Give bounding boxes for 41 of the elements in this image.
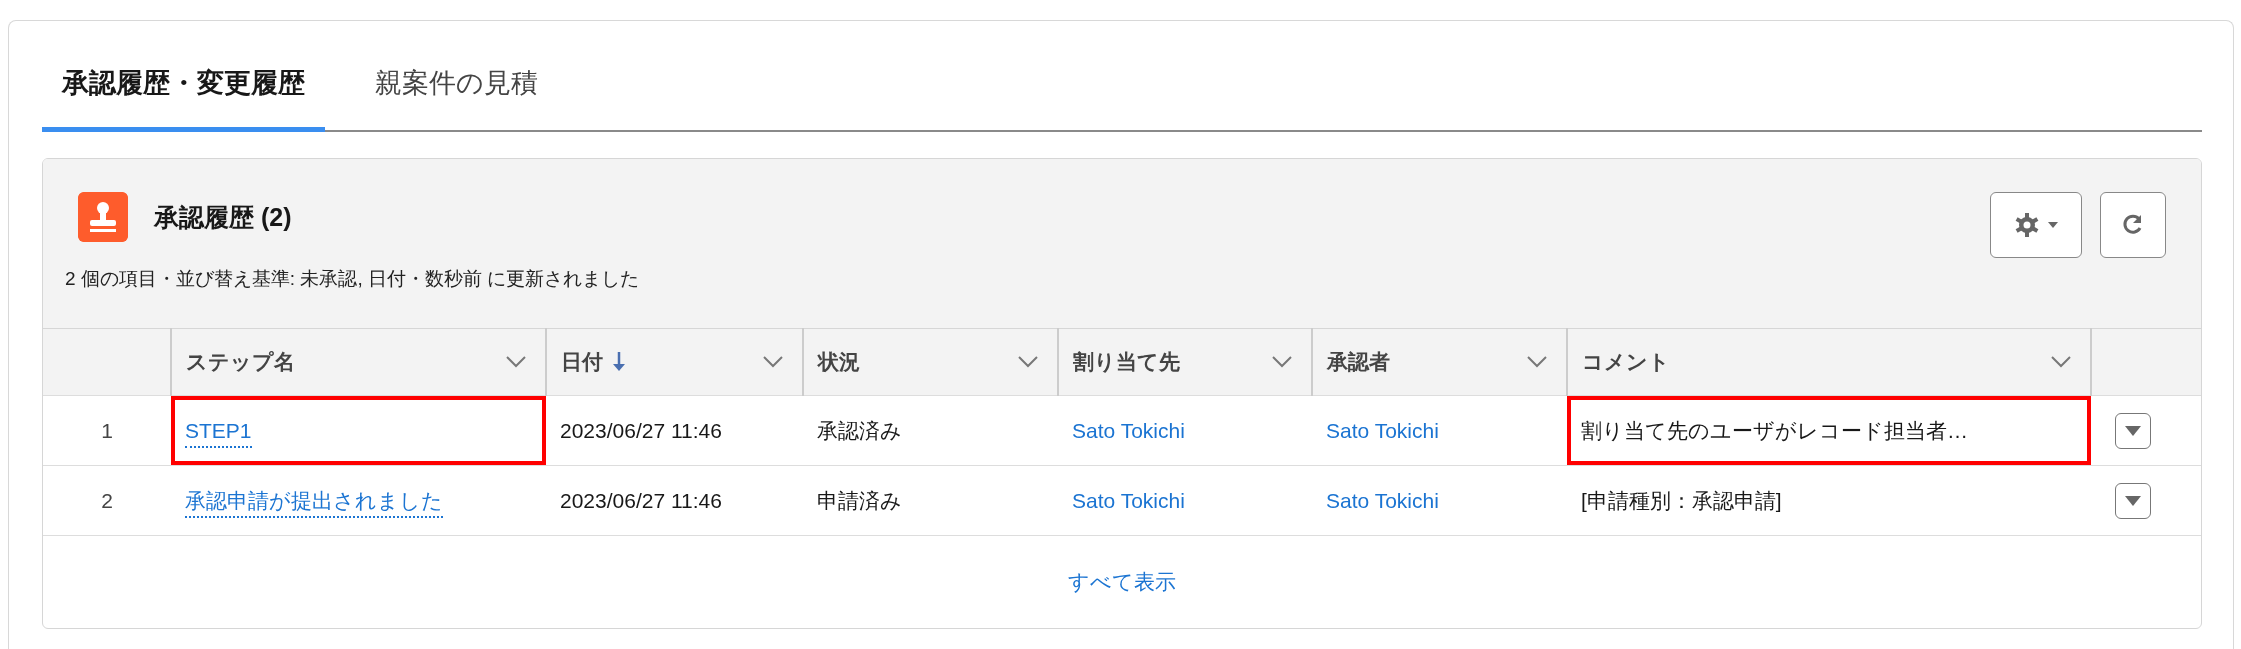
card-title: 承認履歴 (2)	[154, 201, 292, 233]
row-actions-button[interactable]	[2115, 412, 2151, 449]
caret-icon	[2048, 222, 2058, 228]
chevron-down-icon[interactable]	[2050, 355, 2072, 369]
list-info-text: 2 個の項目・並び替え基準: 未承認, 日付・数秒前 に更新されました	[65, 267, 640, 291]
column-header[interactable]: 状況	[818, 348, 860, 376]
table-cell: 2023/06/27 11:46	[560, 488, 722, 512]
chevron-down-icon[interactable]	[1526, 355, 1548, 369]
chevron-down-icon[interactable]	[505, 355, 527, 369]
caret-icon	[2125, 425, 2141, 436]
tab[interactable]: 承認履歴・変更履歴	[42, 49, 325, 132]
stamp-icon	[78, 192, 128, 242]
column-header[interactable]: ステップ名	[186, 348, 295, 376]
settings-icon	[2014, 212, 2040, 238]
row-number: 2	[101, 488, 113, 512]
caret-icon	[2125, 495, 2141, 506]
settings-button[interactable]	[1990, 192, 2082, 258]
user-link[interactable]: Sato Tokichi	[1326, 418, 1439, 442]
user-link[interactable]: Sato Tokichi	[1072, 418, 1185, 442]
table-cell: 割り当て先のユーザがレコード担当者…	[1581, 418, 1968, 442]
column-header[interactable]: 承認者	[1327, 348, 1390, 376]
view-all-link[interactable]: すべて表示	[1068, 568, 1176, 596]
table-cell: 承認済み	[817, 418, 902, 442]
chevron-down-icon[interactable]	[762, 355, 784, 369]
chevron-down-icon[interactable]	[1271, 355, 1293, 369]
step-link[interactable]: 承認申請が提出されました	[185, 488, 443, 518]
column-header[interactable]: コメント	[1582, 348, 1670, 376]
tab[interactable]: 親案件の見積	[355, 49, 558, 132]
table-cell: 2023/06/27 11:46	[560, 418, 722, 442]
sort-arrow-icon[interactable]	[613, 352, 625, 372]
table-cell: [申請種別：承認申請]	[1581, 488, 1782, 512]
table-cell: 申請済み	[817, 488, 902, 512]
column-header[interactable]: 割り当て先	[1073, 348, 1180, 376]
step-link[interactable]: STEP1	[185, 418, 252, 448]
column-header[interactable]: 日付	[561, 348, 603, 376]
chevron-down-icon[interactable]	[1017, 355, 1039, 369]
refresh-button[interactable]	[2100, 192, 2166, 258]
user-link[interactable]: Sato Tokichi	[1072, 488, 1185, 512]
user-link[interactable]: Sato Tokichi	[1326, 488, 1439, 512]
row-number: 1	[101, 418, 113, 442]
row-actions-button[interactable]	[2115, 482, 2151, 519]
